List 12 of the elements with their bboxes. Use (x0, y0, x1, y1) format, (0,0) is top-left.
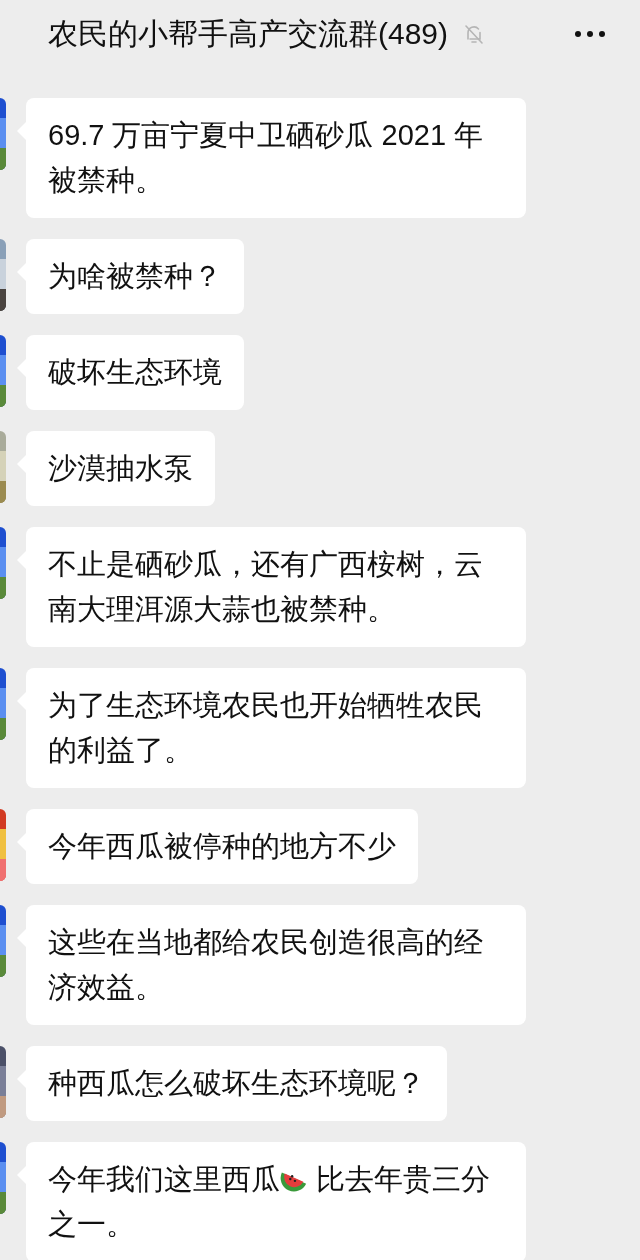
message-bubble: 这些在当地都给农民创造很高的经济效益。 (26, 905, 526, 1025)
message-bubble: 为了生态环境农民也开始牺牲农民的利益了。 (26, 668, 526, 788)
message-bubble: 今年西瓜被停种的地方不少 (26, 809, 418, 884)
message-bubble: 种西瓜怎么破坏生态环境呢？ (26, 1046, 447, 1121)
message-bubble: 为啥被禁种？ (26, 239, 244, 314)
chat-title: 农民的小帮手高产交流群(489) (48, 15, 449, 52)
message-bubble: 沙漠抽水泵 (26, 431, 215, 506)
message-bubble: 69.7 万亩宁夏中卫硒砂瓜 2021 年被禁种。 (26, 98, 526, 218)
message-text: 今年我们这里西瓜 比去年贵三分之一。 (48, 1162, 492, 1242)
more-icon (574, 30, 606, 38)
message-bubble: 不止是硒砂瓜，还有广西桉树，云南大理洱源大蒜也被禁种。 (26, 527, 526, 647)
message-bubble: 破坏生态环境 (26, 335, 244, 410)
